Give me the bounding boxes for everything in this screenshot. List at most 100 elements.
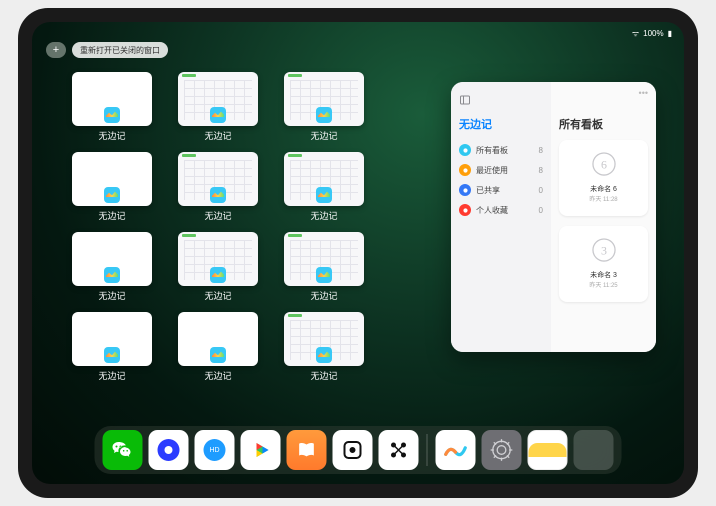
category-icon	[459, 184, 471, 196]
board-preview: 6	[584, 144, 624, 184]
window-thumbnail[interactable]: 无边记	[284, 152, 364, 224]
dock-recent-apps[interactable]	[574, 430, 614, 470]
thumbnail-label: 无边记	[98, 289, 125, 302]
board-time: 昨天 11:28	[589, 194, 617, 203]
sidebar-item-label: 已共享	[476, 185, 500, 196]
sidebar-item[interactable]: 所有看板 8	[459, 140, 543, 160]
freeform-app-icon	[316, 107, 332, 123]
dock-browser1-icon[interactable]	[149, 430, 189, 470]
floating-app-window[interactable]: 无边记 所有看板8最近使用8已共享0个人收藏0 ••• 所有看板 6未命名 6昨…	[451, 82, 656, 352]
thumbnail-preview	[178, 152, 258, 206]
reopen-label: 重新打开已关闭的窗口	[80, 45, 160, 56]
window-thumbnail[interactable]: 无边记	[178, 152, 258, 224]
top-controls: + 重新打开已关闭的窗口	[46, 42, 168, 58]
board-card[interactable]: 6 未命名 6昨天 11:28	[559, 140, 648, 216]
thumbnail-preview	[178, 72, 258, 126]
svg-text:6: 6	[601, 157, 607, 171]
dock-books-icon[interactable]	[287, 430, 327, 470]
board-preview: 3	[584, 230, 624, 270]
thumbnail-label: 无边记	[98, 129, 125, 142]
dock-settings-icon[interactable]	[482, 430, 522, 470]
sidebar-item-label: 个人收藏	[476, 205, 508, 216]
freeform-app-icon	[210, 267, 226, 283]
dock-notes-icon[interactable]	[528, 430, 568, 470]
thumbnail-label: 无边记	[98, 209, 125, 222]
sidebar-item-label: 所有看板	[476, 145, 508, 156]
floating-content: ••• 所有看板 6 未命名 6昨天 11:28 3 未命名 3昨天 11:25	[551, 82, 656, 352]
window-thumbnail[interactable]: 无边记	[72, 232, 152, 304]
plus-icon: +	[53, 44, 59, 56]
dock-app1-icon[interactable]	[333, 430, 373, 470]
freeform-app-icon	[104, 107, 120, 123]
thumbnail-preview	[284, 312, 364, 366]
thumbnail-label: 无边记	[204, 289, 231, 302]
dock: HD	[95, 426, 622, 474]
dock-separator	[427, 434, 428, 466]
thumbnail-label: 无边记	[98, 369, 125, 382]
window-thumbnail[interactable]: 无边记	[178, 72, 258, 144]
thumbnail-label: 无边记	[204, 209, 231, 222]
board-name: 未命名 3	[590, 270, 617, 280]
freeform-app-icon	[316, 187, 332, 203]
category-icon	[459, 204, 471, 216]
freeform-app-icon	[210, 107, 226, 123]
board-card[interactable]: 3 未命名 3昨天 11:25	[559, 226, 648, 302]
sidebar-item-count: 8	[539, 166, 543, 175]
new-window-button[interactable]: +	[46, 42, 66, 58]
more-icon[interactable]: •••	[639, 88, 648, 98]
screen: ᯤ 100% ▮ + 重新打开已关闭的窗口 无边记无边记无边记无边记无边记无边记…	[32, 22, 684, 484]
thumbnail-preview	[72, 152, 152, 206]
window-thumbnail[interactable]: 无边记	[72, 312, 152, 384]
floating-sidebar: 无边记 所有看板 8 最近使用 8 已共享 0 个人收藏 0	[451, 82, 551, 352]
thumbnail-label: 无边记	[204, 369, 231, 382]
dock-app2-icon[interactable]	[379, 430, 419, 470]
freeform-app-icon	[104, 267, 120, 283]
thumbnail-label: 无边记	[310, 289, 337, 302]
sidebar-toggle-icon[interactable]	[459, 94, 471, 106]
board-name: 未命名 6	[590, 184, 617, 194]
window-thumbnail[interactable]: 无边记	[178, 232, 258, 304]
thumbnail-label: 无边记	[310, 129, 337, 142]
window-thumbnail[interactable]: 无边记	[284, 72, 364, 144]
sidebar-title: 无边记	[459, 116, 543, 132]
sidebar-item[interactable]: 个人收藏 0	[459, 200, 543, 220]
freeform-app-icon	[210, 187, 226, 203]
freeform-app-icon	[316, 347, 332, 363]
svg-text:3: 3	[601, 243, 607, 257]
window-thumbnail[interactable]: 无边记	[72, 152, 152, 224]
freeform-app-icon	[316, 267, 332, 283]
thumbnail-preview	[72, 232, 152, 286]
dock-wechat-icon[interactable]	[103, 430, 143, 470]
dock-freeform-icon[interactable]	[436, 430, 476, 470]
reopen-closed-window-button[interactable]: 重新打开已关闭的窗口	[72, 42, 168, 58]
sidebar-item-count: 0	[539, 206, 543, 215]
sidebar-item-label: 最近使用	[476, 165, 508, 176]
sidebar-item-count: 0	[539, 186, 543, 195]
wifi-icon: ᯤ	[632, 28, 639, 39]
sidebar-item[interactable]: 最近使用 8	[459, 160, 543, 180]
thumbnail-preview	[72, 312, 152, 366]
freeform-app-icon	[210, 347, 226, 363]
category-icon	[459, 144, 471, 156]
window-thumbnail[interactable]: 无边记	[178, 312, 258, 384]
window-thumbnails-grid: 无边记无边记无边记无边记无边记无边记无边记无边记无边记无边记无边记无边记	[72, 72, 470, 384]
category-icon	[459, 164, 471, 176]
sidebar-item-count: 8	[539, 146, 543, 155]
thumbnail-preview	[284, 152, 364, 206]
thumbnail-preview	[72, 72, 152, 126]
freeform-app-icon	[104, 347, 120, 363]
battery-icon: ▮	[668, 29, 672, 38]
thumbnail-label: 无边记	[310, 369, 337, 382]
window-thumbnail[interactable]: 无边记	[284, 232, 364, 304]
sidebar-item[interactable]: 已共享 0	[459, 180, 543, 200]
thumbnail-preview	[284, 72, 364, 126]
dock-browser2-icon[interactable]: HD	[195, 430, 235, 470]
board-time: 昨天 11:25	[589, 280, 617, 289]
freeform-app-icon	[104, 187, 120, 203]
thumbnail-preview	[178, 312, 258, 366]
content-title: 所有看板	[559, 116, 648, 132]
dock-video-icon[interactable]	[241, 430, 281, 470]
window-thumbnail[interactable]: 无边记	[284, 312, 364, 384]
ipad-device: ᯤ 100% ▮ + 重新打开已关闭的窗口 无边记无边记无边记无边记无边记无边记…	[18, 8, 698, 498]
window-thumbnail[interactable]: 无边记	[72, 72, 152, 144]
